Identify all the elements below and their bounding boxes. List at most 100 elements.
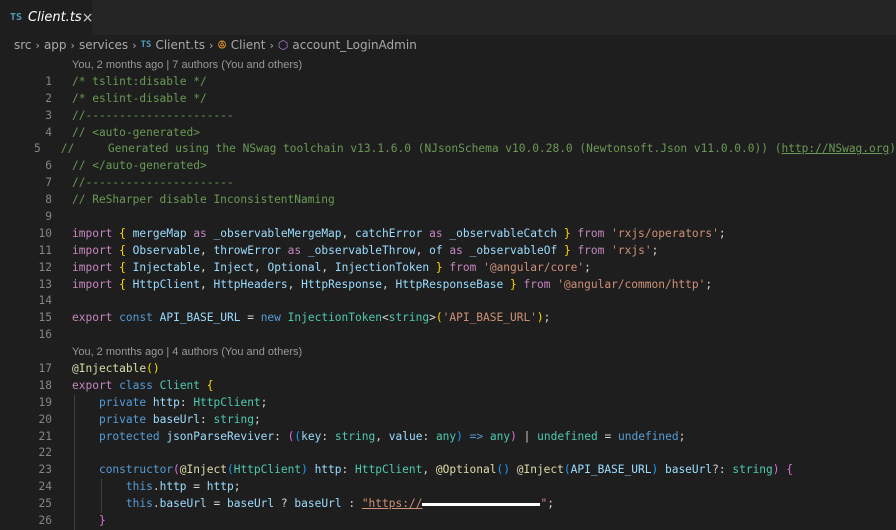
indent-guide [74, 411, 75, 429]
decorator: @Optional [435, 463, 497, 477]
type-name: string [213, 412, 254, 426]
string-literal: '@angular/common/http' [557, 277, 706, 291]
code-comment: // ReSharper disable InconsistentNaming [72, 193, 335, 207]
line-number: 18 [38, 378, 52, 392]
brace: { [786, 463, 794, 477]
tab-bar: TS Client.ts × [0, 0, 896, 35]
breadcrumb-client-class[interactable]: Client [231, 38, 266, 52]
code-comment: /* tslint:disable */ [72, 74, 207, 88]
keyword: import [72, 277, 113, 291]
keyword: export [72, 378, 113, 392]
keyword: constructor [98, 463, 174, 477]
keyword: as [429, 226, 443, 240]
line-number: 16 [38, 328, 52, 342]
string-literal: 'API_BASE_URL' [442, 311, 537, 325]
tab-client-ts[interactable]: TS Client.ts × [0, 0, 94, 35]
punct: , [200, 277, 207, 291]
line-number: 17 [38, 362, 52, 376]
line-number: 14 [38, 294, 52, 308]
identifier: key [301, 429, 322, 443]
type-name: string [388, 311, 430, 325]
identifier: API_BASE_URL [570, 463, 652, 477]
breadcrumb-method[interactable]: account_LoginAdmin [292, 38, 416, 52]
brace: } [98, 514, 106, 528]
punct: , [375, 429, 382, 443]
paren: ) [301, 463, 308, 477]
line-number: 3 [45, 108, 52, 122]
chevron-right-icon: › [132, 38, 137, 52]
type-name: HttpClient [193, 395, 261, 409]
code-line: 11 import { Observable, throwError as _ob… [0, 243, 896, 260]
decorator: @Inject [179, 463, 227, 477]
punct: ; [543, 311, 551, 325]
brace: } [563, 226, 571, 240]
punct: : [200, 412, 207, 426]
identifier: jsonParseReviver [166, 429, 275, 443]
code-line: 9 [0, 209, 896, 226]
line-number: 1 [45, 74, 52, 88]
punct: > [429, 311, 436, 325]
close-icon[interactable]: × [82, 10, 94, 26]
string-literal: 'rxjs/operators' [611, 226, 719, 240]
code-line: 15 export const API_BASE_URL = new Inject… [0, 310, 896, 327]
code-line: 18 export class Client { [0, 378, 896, 395]
line-number: 23 [38, 463, 52, 477]
punct: , [415, 243, 423, 257]
punct: = [247, 311, 254, 325]
punct: : [274, 429, 281, 443]
code-line: 2 /* eslint-disable */ [0, 91, 896, 108]
code-line: 1 /* tslint:disable */ [0, 74, 896, 91]
identifier: catchError [355, 226, 423, 240]
chevron-right-icon: › [35, 38, 40, 52]
indent-guide [74, 479, 75, 497]
line-number: 11 [38, 243, 52, 257]
breadcrumb-src[interactable]: src [14, 38, 32, 52]
brace: } [435, 260, 443, 274]
keyword: export [72, 311, 113, 325]
type-name: Client [159, 378, 201, 392]
indent-guide [74, 496, 75, 514]
identifier: HttpResponseBase [395, 277, 504, 291]
identifier: http [159, 480, 187, 494]
type-name: string [334, 429, 376, 443]
paren: ) [772, 463, 780, 477]
keyword: import [72, 226, 113, 240]
string-literal: 'rxjs' [611, 243, 652, 257]
code-comment: // </auto-generated> [72, 159, 207, 173]
punct: , [341, 226, 349, 240]
typescript-file-icon: TS [140, 40, 152, 50]
breadcrumb-services[interactable]: services [79, 38, 128, 52]
code-editor[interactable]: You, 2 months ago | 7 authors (You and o… [0, 55, 896, 530]
punct: = [604, 429, 612, 443]
code-line: 8 // ReSharper disable InconsistentNaming [0, 192, 896, 209]
breadcrumb-client-ts[interactable]: Client.ts [155, 38, 205, 52]
keyword: undefined [617, 429, 679, 443]
punct: : [321, 429, 329, 443]
keyword: from [449, 260, 477, 274]
keyword: as [287, 243, 302, 257]
punct: ; [678, 429, 686, 443]
breadcrumb-app[interactable]: app [44, 38, 67, 52]
codelens-authors[interactable]: You, 2 months ago | 7 authors (You and o… [0, 57, 896, 74]
chevron-right-icon: › [269, 38, 274, 52]
identifier: HttpClient [132, 277, 201, 291]
type-name: any [489, 429, 511, 443]
paren: ) [510, 429, 517, 443]
punct: , [321, 260, 329, 274]
code-comment: ) [889, 142, 896, 156]
indent-guide [74, 445, 75, 463]
keyword: import [72, 260, 113, 274]
codelens-authors[interactable]: You, 2 months ago | 4 authors (You and o… [0, 344, 896, 361]
identifier: Optional [267, 260, 322, 274]
keyword: import [72, 243, 113, 257]
type-name: string [732, 463, 773, 477]
type-name: InjectionToken [287, 311, 382, 325]
line-number: 22 [38, 446, 52, 460]
code-line: 6 // </auto-generated> [0, 158, 896, 175]
identifier: mergeMap [132, 226, 187, 240]
code-line: 4 // <auto-generated> [0, 125, 896, 142]
paren: ( [173, 463, 180, 477]
code-link[interactable]: http://NSwag.org [781, 142, 889, 155]
indent-guide [74, 513, 75, 530]
chevron-right-icon: › [70, 38, 75, 52]
